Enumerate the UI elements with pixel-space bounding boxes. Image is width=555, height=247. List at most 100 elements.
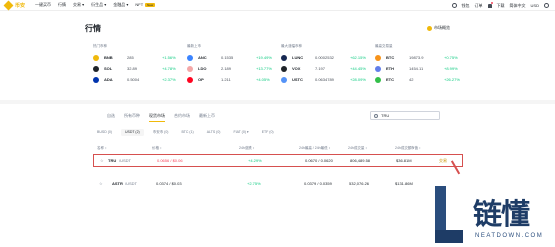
pair-quote: /USDT (119, 158, 131, 163)
table-row[interactable]: ☆ TRU /USDT 0.0656 / $0.06 +4.29% 0.0670… (93, 154, 463, 167)
nav-item-trade[interactable]: 交易 ▾ (73, 2, 84, 8)
card-title: 热门币种 (93, 44, 107, 48)
coin-change: +1.56% (162, 55, 176, 60)
tab-new-listings[interactable]: 最新上币 (199, 113, 215, 122)
theme-toggle-icon[interactable] (544, 3, 549, 8)
tab-futures[interactable]: 合约市场 (174, 113, 190, 122)
coin-change: +26.27% (444, 77, 460, 82)
watermark-subtitle: NEATDOWN.COM (475, 233, 544, 239)
table-row[interactable]: ☆ ASTR /USDT 0.0374 / $0.03 +2.75% 0.037… (93, 177, 463, 190)
card-title: 最大涨幅币种 (281, 44, 302, 48)
nav-right: 钱包 订单 下载 简体中文 USD (451, 0, 549, 11)
coin-symbol: LUNC (292, 55, 304, 60)
coin-icon (375, 65, 381, 72)
col-high-low[interactable]: 24h最高 / 24h最低 ↕ (299, 146, 330, 151)
coin-icon (93, 54, 99, 61)
card-row[interactable]: BTC 19873.9 +0.75% (375, 52, 467, 63)
subtab-btc[interactable]: BTC (1) (177, 129, 197, 136)
nav-currency[interactable]: USD (531, 3, 539, 8)
pair-base: TRU (108, 158, 117, 163)
coin-change: +4.05% (256, 77, 270, 82)
binance-logo[interactable]: 币安 (3, 0, 25, 10)
coin-symbol: USTC (292, 77, 303, 82)
col-change[interactable]: 24h涨跌 ↕ (239, 146, 255, 151)
favorite-star-icon[interactable]: ☆ (100, 158, 104, 163)
user-icon[interactable] (451, 3, 457, 8)
subtab-alts[interactable]: ALTS (0) (203, 129, 225, 136)
nav-wallet[interactable]: 钱包 (462, 3, 470, 9)
coin-change: +62.15% (350, 55, 366, 60)
notification-dot (491, 2, 494, 4)
coin-symbol: ETH (386, 66, 394, 71)
nav-item-nft[interactable]: NFT New (135, 2, 156, 8)
coin-price: 32.89 (127, 66, 138, 71)
nav-download[interactable]: 下载 (497, 3, 505, 9)
tab-all-coins[interactable]: 所有币种 (124, 113, 140, 122)
card-row[interactable]: LUNC 0.0002532 +62.15% (281, 52, 373, 63)
card-new-listings: 最新上币 ANC 0.1535 +19.49% LDO 2.189 +13.77% OP… (187, 44, 279, 85)
coin-price: 0.0634789 (315, 77, 334, 82)
pair-quote: /USDT (125, 181, 137, 186)
coin-symbol: ANC (198, 55, 207, 60)
overview-icon (427, 25, 432, 31)
card-title: 最新上币 (187, 44, 201, 48)
nav-item-finance[interactable]: 金融品 ▾ (113, 2, 128, 8)
nav-item-buy-crypto[interactable]: 一键买币 (35, 2, 51, 8)
coin-symbol: ETC (386, 77, 394, 82)
nav-item-derivatives[interactable]: 衍生品 ▾ (91, 2, 106, 8)
market-overview-link[interactable]: 市场概览 (427, 25, 450, 31)
market-cards: 热门币种 BNB 285 +1.56% SOL 32.89 +4.78% ADA 0.50… (93, 44, 469, 85)
nav-menu: 一键买币 行情 交易 ▾ 衍生品 ▾ 金融品 ▾ NFT New (35, 2, 156, 8)
card-row[interactable]: SOL 32.89 +4.78% (93, 63, 185, 74)
coin-change: +44.45% (350, 66, 366, 71)
search-input[interactable]: TRU (370, 111, 440, 120)
nav-orders[interactable]: 订单 (475, 3, 483, 9)
nav-item-markets[interactable]: 行情 (58, 2, 66, 8)
subtab-usdt[interactable]: USDT (2) (120, 129, 144, 136)
watermark-title: 链懂 (473, 197, 530, 231)
card-row[interactable]: ANC 0.1535 +19.49% (187, 52, 279, 63)
market-tabs: 自选 所有币种 现货市场 合约市场 最新上币 (107, 113, 215, 122)
coin-symbol: VOX (292, 66, 301, 71)
card-row[interactable]: LDO 2.189 +13.77% (187, 63, 279, 74)
coin-price: 285 (127, 55, 134, 60)
volume: 806,489.58 (350, 158, 371, 163)
coin-price: 1.211 (221, 77, 231, 82)
card-row[interactable]: ETH 1454.11 +8.99% (375, 63, 467, 74)
search-icon (374, 113, 378, 118)
coin-price: 0.1535 (221, 55, 234, 60)
card-row[interactable]: ADA 0.5004 +2.37% (93, 74, 185, 85)
tab-favorites[interactable]: 自选 (107, 113, 115, 122)
volume: 532,076.26 (349, 181, 370, 186)
card-row[interactable]: BNB 285 +1.56% (93, 52, 185, 63)
tab-spot[interactable]: 现货市场 (149, 113, 165, 122)
coin-icon (93, 65, 99, 72)
notification-bell-icon[interactable] (487, 2, 494, 8)
coin-price: 0.5004 (127, 77, 140, 82)
subtab-fiat[interactable]: FIAT (0) ▾ (229, 129, 252, 136)
card-hot-coins: 热门币种 BNB 285 +1.56% SOL 32.89 +4.78% ADA 0.50… (93, 44, 185, 85)
subtab-busd[interactable]: BUSD (0) (93, 129, 116, 136)
watermark-logo: 链懂 NEATDOWN.COM (435, 181, 555, 247)
subtab-bnb[interactable]: 币安币 (0) (149, 129, 173, 136)
high-low: 0.0670 / 0.0620 (305, 158, 333, 163)
favorite-star-icon[interactable]: ☆ (99, 181, 103, 186)
col-price[interactable]: 价格 ↕ (152, 146, 162, 151)
card-row[interactable]: OP 1.211 +4.05% (187, 74, 279, 85)
page-title: 行情 (85, 24, 101, 33)
coin-icon (281, 76, 287, 83)
coin-change: +8.99% (444, 66, 458, 71)
col-market-cap[interactable]: 市值 ↕ (411, 146, 421, 151)
subtab-etf[interactable]: ETF (0) (258, 129, 278, 136)
coin-price: 0.0002532 (315, 55, 334, 60)
binance-logo-icon (3, 0, 14, 10)
card-row[interactable]: USTC 0.0634789 +28.09% (281, 74, 373, 85)
trade-link[interactable]: 交易 (439, 158, 447, 164)
col-volume[interactable]: 24h成交量 ↕ (348, 146, 367, 151)
coin-symbol: OP (198, 77, 204, 82)
card-row[interactable]: VOX 7.197 +44.45% (281, 63, 373, 74)
col-name[interactable]: 名称 ↕ (97, 146, 107, 151)
coin-symbol: ADA (104, 77, 113, 82)
card-row[interactable]: ETC 42 +26.27% (375, 74, 467, 85)
nav-language[interactable]: 简体中文 (510, 3, 526, 9)
